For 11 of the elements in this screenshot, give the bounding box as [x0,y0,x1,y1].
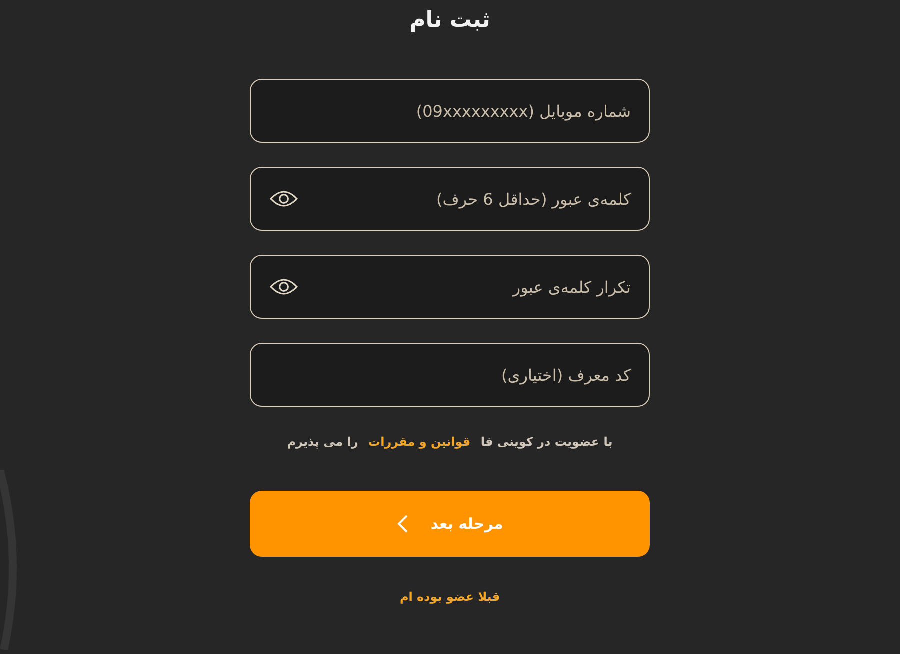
terms-text: با عضویت در کوینی فا قوانین و مقررات را می پذیرم [286,435,614,449]
input-field[interactable]: تکرار کلمه‌ی عبور [250,255,650,319]
terms-link[interactable]: قوانین و مقررات [368,435,471,449]
page-title: ثبت نام [410,8,490,33]
eye-icon[interactable] [270,190,298,208]
eye-icon[interactable] [270,278,298,296]
input-field[interactable]: کد معرف (اختیاری) [250,343,650,407]
input-field[interactable]: کلمه‌ی عبور (حداقل 6 حرف) [250,167,650,231]
login-link[interactable]: قبلا عضو بوده ام [400,590,500,604]
input-field[interactable]: شماره موبایل (09xxxxxxxxx) [250,79,650,143]
chevron-left-icon [396,514,409,534]
